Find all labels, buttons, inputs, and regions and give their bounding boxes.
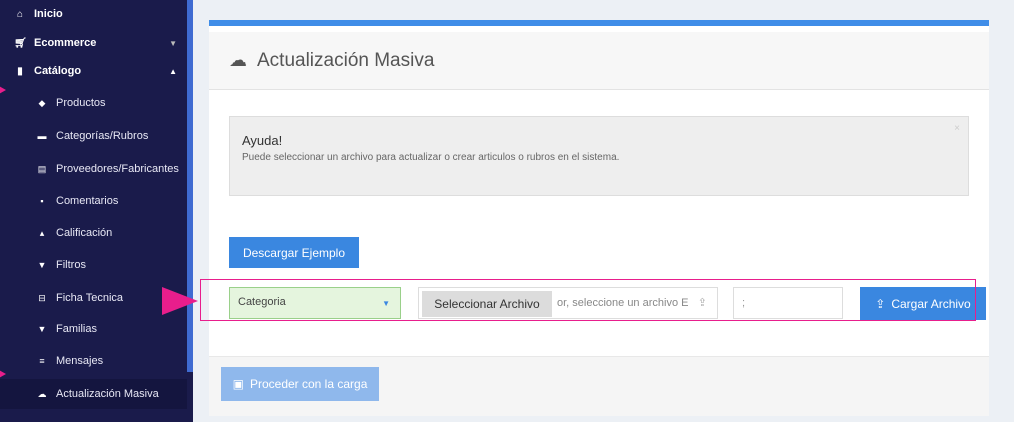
cart-icon: 🛒︎ <box>14 37 27 49</box>
sidebar-item-label: Actualización Masiva <box>56 388 159 400</box>
sidebar-item-label: Filtros <box>56 259 86 271</box>
sidebar-item-mensajes[interactable]: ≡ Mensajes <box>0 346 187 376</box>
sidebar-item-label: Mensajes <box>56 355 104 367</box>
folder-icon: ▬ <box>37 131 47 141</box>
sidebar-item-label: Comentarios <box>56 195 119 207</box>
upload-panel: ☁ Actualización Masiva × Ayuda! Puede se… <box>209 20 989 416</box>
annotation-highlight-box <box>200 279 976 321</box>
sidebar-item-label: Calificación <box>56 227 113 239</box>
sidebar-item-label: Catálogo <box>34 65 82 77</box>
sidebar-item-ecommerce[interactable]: 🛒︎ Ecommerce ▼ <box>0 28 187 58</box>
sidebar-item-proveedores[interactable]: ▤ Proveedores/Fabricantes <box>0 154 187 184</box>
sidebar-item-label: Ecommerce <box>34 37 97 49</box>
sidebar-item-comentarios[interactable]: ▪ Comentarios <box>0 186 187 216</box>
panel-footer: ▣ Proceder con la carga <box>209 356 989 416</box>
sidebar-item-filtros[interactable]: ▼ Filtros <box>0 250 187 280</box>
spec-icon: ⊟ <box>38 292 46 303</box>
cloud-upload-icon: ☁ <box>37 388 47 399</box>
cloud-upload-icon: ☁ <box>229 50 247 70</box>
save-icon: ▣ <box>232 377 244 391</box>
sidebar-item-ficha-tecnica[interactable]: ⊟ Ficha Tecnica <box>0 283 187 313</box>
book-icon: ▮ <box>17 65 23 77</box>
sidebar-item-actualizacion-masiva[interactable]: ☁ Actualización Masiva <box>0 379 187 409</box>
panel-header: ☁ Actualización Masiva <box>209 32 989 90</box>
sidebar-item-label: Inicio <box>34 8 63 20</box>
sidebar-item-label: Categorías/Rubros <box>56 130 149 142</box>
sidebar-item-categorias[interactable]: ▬ Categorías/Rubros <box>0 121 187 151</box>
sidebar-item-productos[interactable]: ◆ Productos <box>0 88 187 118</box>
help-callout: × Ayuda! Puede seleccionar un archivo pa… <box>229 116 969 196</box>
sidebar-item-calificacion[interactable]: ▴ Calificación <box>0 218 187 248</box>
chevron-up-icon: ▲ <box>169 66 177 76</box>
list-icon: ▤ <box>37 163 47 174</box>
sidebar: ⌂ Inicio 🛒︎ Ecommerce ▼ ▮ Catálogo ▲ ◆ P… <box>0 0 193 422</box>
menu-icon: ≡ <box>39 356 45 366</box>
help-text: Puede seleccionar un archivo para actual… <box>242 152 620 163</box>
close-icon[interactable]: × <box>954 123 960 134</box>
tag-icon: ◆ <box>38 97 46 108</box>
sidebar-item-label: Productos <box>56 97 106 109</box>
main-content: ☁ Actualización Masiva × Ayuda! Puede se… <box>193 0 1014 422</box>
sidebar-item-label: Proveedores/Fabricantes <box>56 163 179 175</box>
sidebar-item-label: Familias <box>56 323 97 335</box>
annotation-arrow-pointer <box>162 287 198 315</box>
comment-icon: ▪ <box>40 196 44 206</box>
help-title: Ayuda! <box>242 133 283 148</box>
chevron-down-icon: ▼ <box>169 38 177 48</box>
filter-icon: ▼ <box>37 260 47 270</box>
sidebar-item-inicio[interactable]: ⌂ Inicio <box>0 0 187 28</box>
proceed-label: Proceder con la carga <box>249 377 368 391</box>
proceed-upload-button[interactable]: ▣ Proceder con la carga <box>221 367 379 401</box>
page-title: Actualización Masiva <box>257 49 435 71</box>
download-example-button[interactable]: Descargar Ejemplo <box>229 237 359 268</box>
home-icon: ⌂ <box>16 8 24 20</box>
sidebar-item-label: Ficha Tecnica <box>56 292 124 304</box>
annotation-arrow-catalogo <box>0 82 6 98</box>
sidebar-item-catalogo[interactable]: ▮ Catálogo ▲ <box>0 56 187 86</box>
sidebar-item-familias[interactable]: ▼ Familias <box>0 314 187 344</box>
thumbs-up-icon: ▴ <box>39 227 45 238</box>
filter-icon: ▼ <box>37 324 47 334</box>
annotation-arrow-actualizacion <box>0 366 6 382</box>
